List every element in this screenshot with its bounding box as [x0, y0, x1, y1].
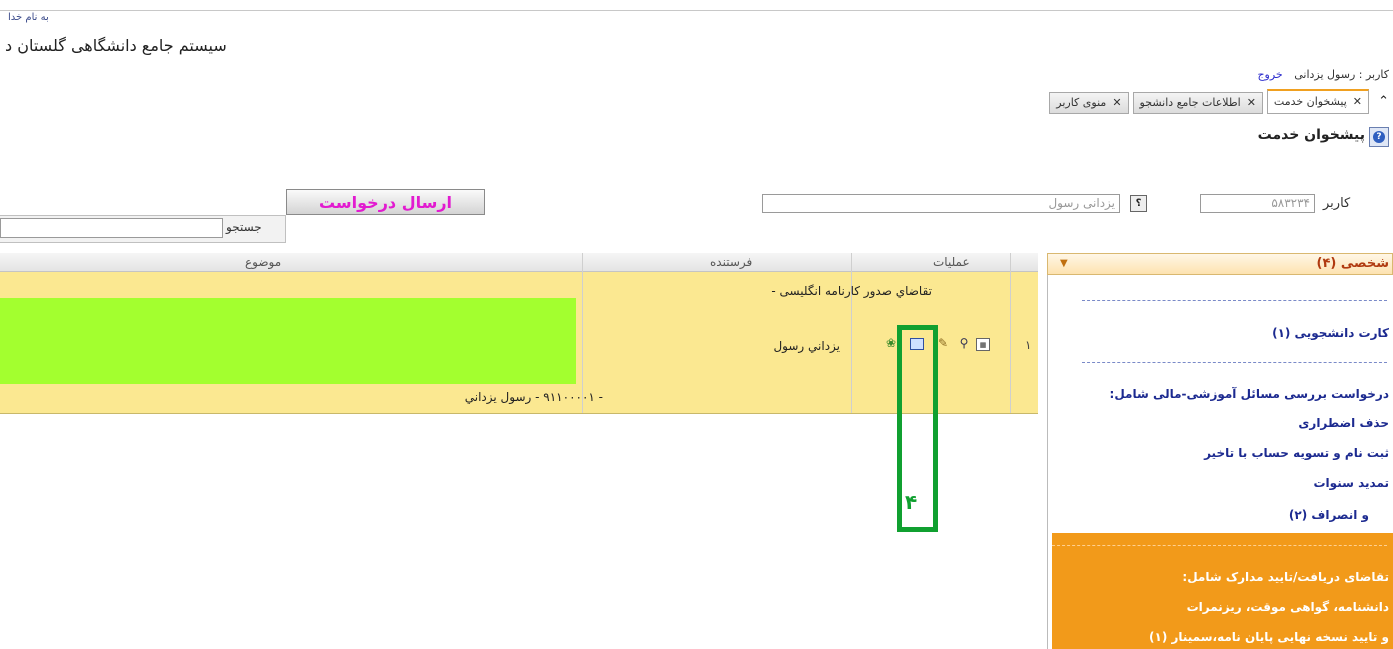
pencil-icon[interactable]: ✎ [936, 336, 950, 350]
help-icon[interactable]: ? [1369, 127, 1389, 147]
tab-service-desk[interactable]: ✕ پیشخوان خدمت [1266, 89, 1369, 114]
tab-label: پیشخوان خدمت [1273, 95, 1347, 108]
sidebar-item-emergency-drop[interactable]: حذف اضطراری [1298, 416, 1389, 430]
dropdown-caret-icon[interactable]: ▼ [1060, 258, 1068, 269]
tab-label: اطلاعات جامع دانشجو [1139, 96, 1241, 109]
user-id-field[interactable]: ۵۸۳۲۳۴ [1200, 194, 1315, 213]
row-subject-detail: - ۹۱۱۰۰۰۰۱ - رسول يزداني [464, 390, 603, 404]
column-divider [851, 253, 852, 413]
leaf-icon[interactable]: ❀ [884, 336, 898, 350]
sidebar-item-documents[interactable]: تقاضای دریافت/تایید مدارک شامل: [1182, 570, 1389, 584]
search-label: جستجو [226, 220, 262, 234]
annotation-box [897, 325, 938, 532]
column-header-sender[interactable]: فرستنده [710, 255, 752, 269]
close-icon[interactable]: ✕ [1247, 93, 1256, 113]
sidebar-item-extension[interactable]: تمدید سنوات [1314, 476, 1390, 490]
column-divider [582, 253, 583, 413]
column-divider [1010, 253, 1011, 413]
sidebar-title: شخصی (۴) [1316, 256, 1389, 271]
tab-label: منوی کاربر [1056, 96, 1107, 109]
row-subject: تقاضاي صدور کارنامه انگلیسی - [771, 284, 932, 298]
sidebar-item-late-registration[interactable]: ثبت نام و تسویه حساب با تاخیر [1204, 446, 1389, 460]
user-line: کاربر : رسول یزدانی خروج [1257, 68, 1389, 81]
annotation-label: ۴ [905, 490, 918, 514]
current-user-label: کاربر : رسول یزدانی [1294, 68, 1389, 81]
top-divider [0, 10, 1393, 11]
divider [1052, 545, 1387, 546]
divider [1082, 300, 1387, 301]
magnifier-icon[interactable]: ⚲ [957, 336, 971, 350]
sidebar-item-certificates[interactable]: دانشنامه، گواهی موقت، ریزنمرات [1187, 600, 1389, 614]
sidebar-item-student-card[interactable]: کارت دانشجویی (۱) [1272, 326, 1389, 340]
tab-bar: ✕ منوی کاربر ✕ اطلاعات جامع دانشجو ✕ پیش… [1045, 89, 1369, 114]
table-header: موضوع فرستنده عملیات [0, 253, 1038, 272]
row-index: ۱ [1025, 338, 1032, 352]
sidebar-item-edu-financial[interactable]: درخواست بررسی مسائل آموزشی-مالی شامل: [1110, 387, 1389, 401]
system-title: سیستم جامع دانشگاهی گلستان د [5, 36, 227, 55]
sidebar-item-withdrawal[interactable]: و انصراف (۲) [1289, 508, 1369, 522]
close-icon[interactable]: ✕ [1112, 93, 1121, 113]
page-title: پیشخوان خدمت [1257, 127, 1365, 143]
user-name-field[interactable]: یزدانی رسول [762, 194, 1120, 213]
column-header-subject[interactable]: موضوع [245, 255, 281, 269]
collapse-up-icon[interactable]: ⌃ [1378, 94, 1389, 109]
close-icon[interactable]: ✕ [1353, 91, 1362, 113]
sidebar-item-thesis[interactable]: و تایید نسخه نهایی پایان نامه،سمینار (۱) [1149, 630, 1389, 644]
send-request-button[interactable]: ارسال درخواست [286, 189, 485, 215]
lookup-button[interactable]: ؟ [1130, 195, 1147, 212]
user-id-label: کاربر [1323, 196, 1351, 211]
bismillah-text: به نام خدا [8, 12, 49, 23]
highlighted-subject-area [0, 298, 576, 384]
search-input[interactable] [0, 218, 223, 238]
calendar-icon[interactable]: ▦ [976, 338, 990, 351]
tab-student-info[interactable]: ✕ اطلاعات جامع دانشجو [1132, 92, 1263, 114]
logout-link[interactable]: خروج [1257, 68, 1282, 81]
tab-user-menu[interactable]: ✕ منوی کاربر [1049, 92, 1129, 114]
row-sender: يزداني رسول [773, 339, 840, 353]
column-header-operations[interactable]: عملیات [933, 255, 970, 269]
divider [1082, 362, 1387, 363]
